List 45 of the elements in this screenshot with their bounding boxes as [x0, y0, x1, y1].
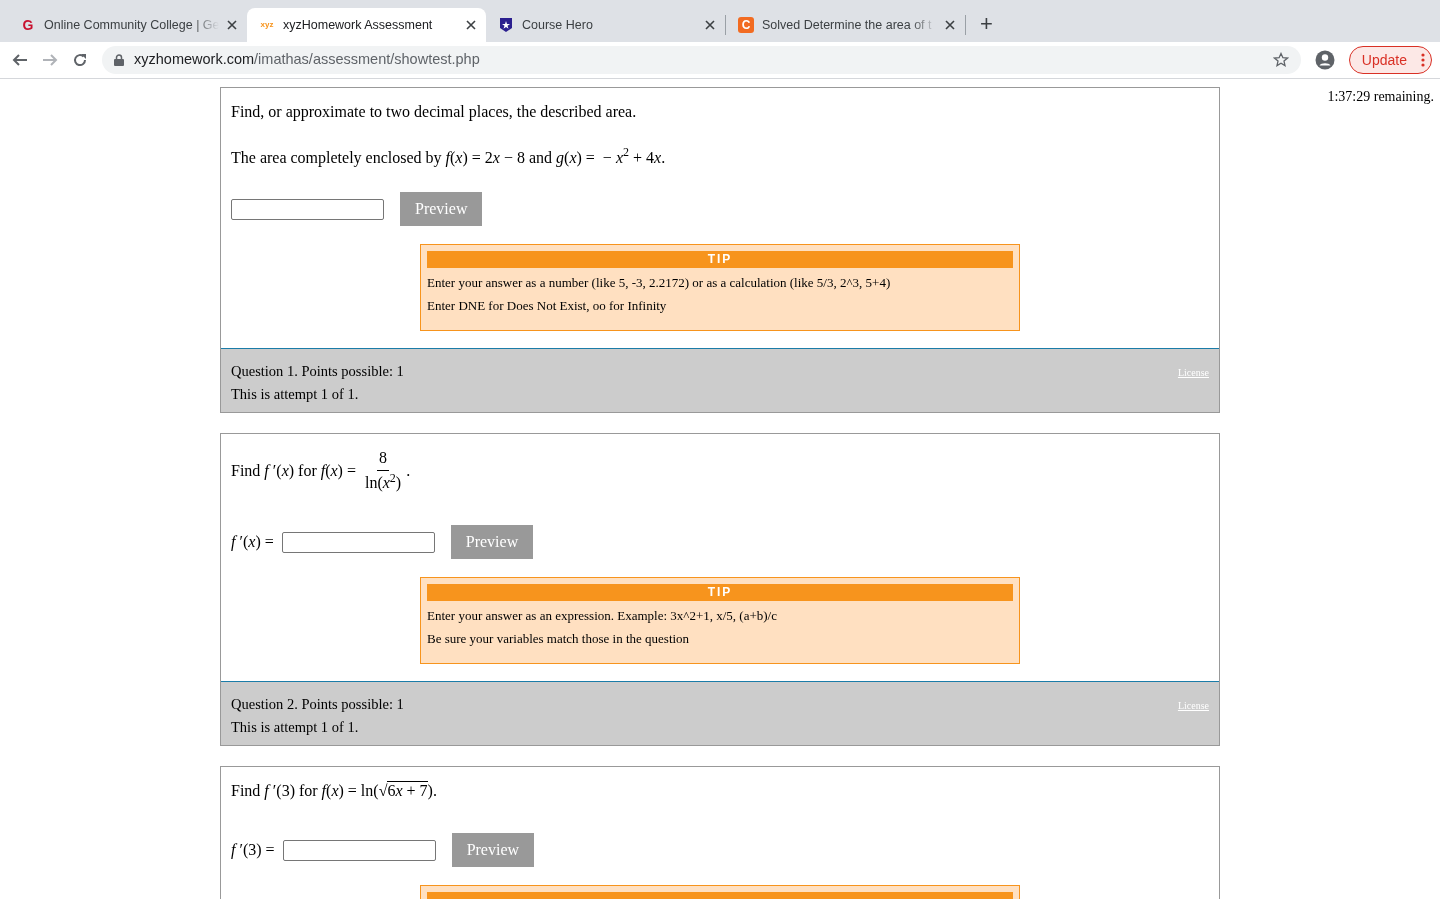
lock-icon	[114, 54, 124, 66]
info-text: This is attempt 1 of 1.	[231, 385, 360, 404]
timer-text: 1:37:29 remaining.	[1327, 88, 1434, 106]
answer-label: f ′(3) =	[231, 840, 275, 861]
star-icon[interactable]	[1272, 52, 1289, 68]
url-text: xyzhomework.com/imathas/assessment/showtest.php	[134, 50, 481, 70]
answer-field[interactable]	[281, 531, 435, 553]
question-text: Find f ′(x) for f(x) = 8 ln(x$^{2}$) .	[231, 446, 1209, 495]
close-icon[interactable]	[705, 20, 715, 30]
profile-icon[interactable]	[1314, 50, 1335, 70]
tip-header: TIP	[427, 251, 1013, 268]
question-text: The area completely enclosed by f(x) = 2x − 8 and g(x) = − x$^{2}$ + 4x.	[231, 146, 667, 169]
question-text: Find f ′(3) for f(x) = ln(√6x + 7).	[231, 780, 438, 802]
update-button[interactable]: Update	[1348, 46, 1432, 74]
close-icon[interactable]	[466, 20, 476, 30]
info-text: This is attempt 1 of 1.	[231, 718, 360, 737]
menu-icon	[1421, 53, 1425, 67]
tab-title: Course Hero	[522, 16, 594, 34]
answer-field[interactable]	[231, 198, 384, 220]
tip-text: Be sure your variables match those in the question	[427, 630, 691, 647]
browser-tab[interactable]: xyz xyzHomework Assessment	[247, 8, 486, 42]
close-icon[interactable]	[945, 20, 955, 30]
tip-text: Enter DNE for Does Not Exist, oo for Infinity	[427, 297, 668, 314]
preview-button[interactable]: Preview	[400, 192, 483, 226]
reload-icon[interactable]	[72, 52, 88, 68]
preview-button[interactable]: Preview	[451, 833, 535, 867]
tip-text: Enter your answer as a number (like 5, -3, 2.2172) or as a calculation (like 5/3, 2^3, 5+4)	[427, 274, 892, 291]
close-icon[interactable]	[227, 20, 237, 30]
question-text: Find, or approximate to two decimal places, the described area.	[231, 102, 638, 123]
tip-text: Enter your answer as an expression. Example: 3x^2+1, x/5, (a+b)/c	[427, 607, 778, 624]
answer-label: f ′(x) =	[231, 532, 274, 553]
tab-title: xyzHomework Assessment	[283, 16, 434, 34]
answer-field[interactable]	[282, 839, 436, 861]
browser-tab[interactable]: Course Hero	[486, 8, 725, 42]
back-icon[interactable]	[12, 52, 28, 68]
info-text: Question 1. Points possible: 1	[231, 362, 404, 381]
preview-button[interactable]: Preview	[450, 525, 534, 559]
favicon: G	[21, 17, 35, 33]
shield-icon	[498, 17, 514, 33]
favicon: C	[738, 17, 754, 33]
address-bar[interactable]: xyzhomework.com/imathas/assessment/showtest.php	[102, 46, 1301, 74]
tip-header: TIP	[427, 584, 1013, 601]
new-tab-button[interactable]: +	[974, 6, 999, 40]
favicon: xyz	[259, 19, 275, 31]
info-text: Question 2. Points possible: 1	[231, 695, 404, 714]
